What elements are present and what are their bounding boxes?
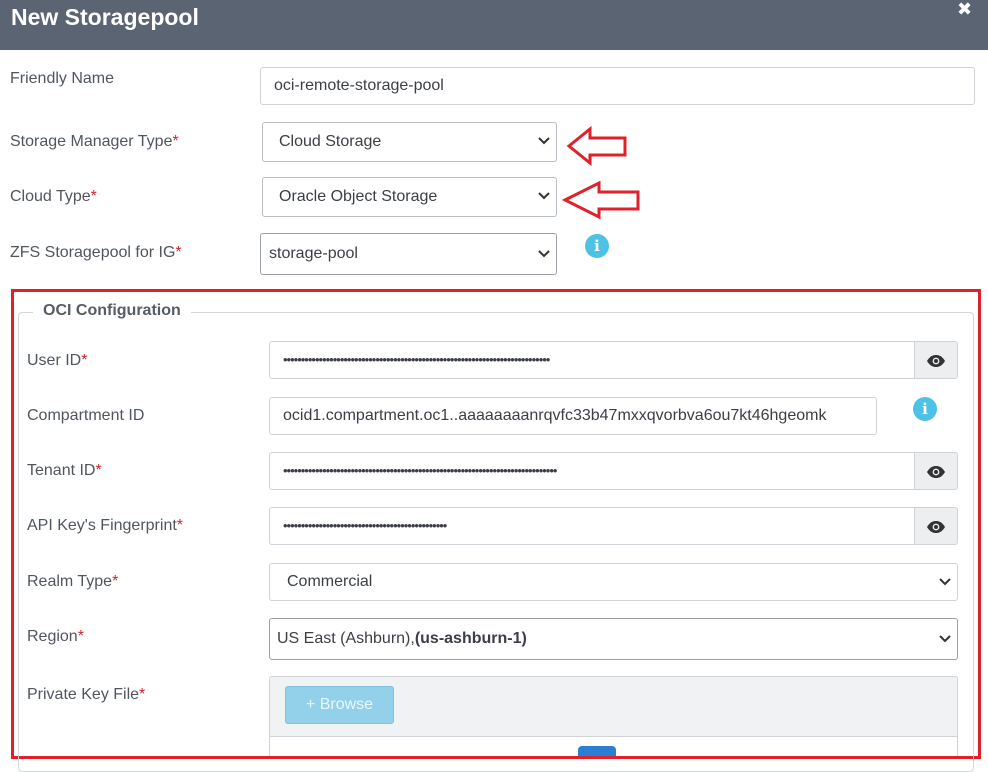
eye-icon bbox=[927, 355, 945, 367]
required-marker: * bbox=[90, 188, 97, 205]
region-select[interactable]: US East (Ashburn),(us-ashburn-1) bbox=[269, 618, 958, 660]
annotation-arrow-left-icon bbox=[566, 126, 627, 166]
region-label: Region* bbox=[27, 627, 84, 647]
fingerprint-label-text: API Key's Fingerprint bbox=[27, 517, 177, 534]
required-marker: * bbox=[176, 517, 184, 534]
close-icon[interactable]: ✖ bbox=[957, 0, 972, 18]
cloud-type-label: Cloud Type* bbox=[10, 187, 97, 207]
region-value-prefix: US East (Ashburn), bbox=[277, 630, 415, 647]
required-marker: * bbox=[139, 686, 146, 703]
info-icon[interactable]: i bbox=[585, 234, 609, 258]
cloud-type-value: Oracle Object Storage bbox=[279, 188, 438, 205]
realm-type-label-text: Realm Type bbox=[27, 573, 113, 590]
storage-manager-type-value: Cloud Storage bbox=[279, 133, 382, 150]
info-icon[interactable]: i bbox=[913, 397, 937, 421]
zfs-storagepool-value: storage-pool bbox=[269, 245, 358, 262]
private-key-label: Private Key File* bbox=[27, 685, 145, 705]
required-marker: * bbox=[112, 573, 119, 590]
fingerprint-input[interactable]: ••••••••••••••••••••••••••••••••••••••••… bbox=[269, 507, 915, 545]
tenant-id-label-text: Tenant ID bbox=[27, 462, 96, 479]
storage-manager-type-select[interactable]: Cloud Storage bbox=[262, 122, 557, 162]
required-marker: * bbox=[77, 628, 84, 645]
required-marker: * bbox=[81, 352, 88, 369]
info-icon-glyph: i bbox=[594, 237, 600, 255]
region-label-text: Region bbox=[27, 628, 78, 645]
plus-icon: + bbox=[305, 696, 316, 713]
dialog-header: New Storagepool ✖ bbox=[0, 0, 988, 50]
user-id-toggle-visibility-button[interactable] bbox=[915, 341, 958, 379]
realm-type-label: Realm Type* bbox=[27, 572, 118, 592]
tenant-id-label: Tenant ID* bbox=[27, 461, 102, 481]
browse-button[interactable]: + Browse bbox=[285, 686, 394, 724]
user-id-input[interactable]: ••••••••••••••••••••••••••••••••••••••••… bbox=[269, 341, 915, 379]
eye-icon bbox=[927, 466, 945, 478]
browse-button-label: Browse bbox=[319, 696, 374, 713]
required-marker: * bbox=[175, 244, 182, 261]
required-marker: * bbox=[95, 462, 102, 479]
zfs-storagepool-label: ZFS Storagepool for IG* bbox=[10, 243, 182, 263]
compartment-id-value: ocid1.compartment.oc1..aaaaaaaanrqvfc33b… bbox=[283, 407, 827, 424]
friendly-name-label-text: Friendly Name bbox=[10, 70, 115, 87]
fingerprint-label: API Key's Fingerprint* bbox=[27, 516, 183, 536]
zfs-storagepool-select[interactable]: storage-pool bbox=[260, 233, 557, 275]
chevron-down-icon bbox=[939, 578, 951, 586]
tenant-id-input[interactable]: ••••••••••••••••••••••••••••••••••••••••… bbox=[269, 452, 915, 490]
info-icon-glyph: i bbox=[922, 400, 928, 418]
dialog-title: New Storagepool bbox=[11, 4, 199, 30]
friendly-name-label: Friendly Name bbox=[10, 69, 114, 89]
cloud-type-label-text: Cloud Type bbox=[10, 188, 91, 205]
region-value-code: (us-ashburn-1) bbox=[414, 630, 527, 647]
realm-type-value: Commercial bbox=[287, 573, 373, 590]
chevron-down-icon bbox=[538, 250, 550, 258]
private-key-label-text: Private Key File bbox=[27, 686, 140, 703]
chevron-down-icon bbox=[538, 192, 550, 200]
eye-icon bbox=[927, 521, 945, 533]
storage-manager-type-label: Storage Manager Type* bbox=[10, 132, 179, 152]
storage-manager-type-label-text: Storage Manager Type bbox=[10, 133, 173, 150]
chevron-down-icon bbox=[939, 635, 951, 643]
chevron-down-icon bbox=[538, 137, 550, 145]
zfs-storagepool-label-text: ZFS Storagepool for IG bbox=[10, 244, 176, 261]
cloud-type-select[interactable]: Oracle Object Storage bbox=[262, 177, 557, 217]
user-id-value: ••••••••••••••••••••••••••••••••••••••••… bbox=[283, 352, 550, 367]
compartment-id-label-text: Compartment ID bbox=[27, 407, 145, 424]
annotation-arrow-left-icon bbox=[562, 180, 640, 220]
compartment-id-label: Compartment ID bbox=[27, 406, 144, 426]
tenant-id-toggle-visibility-button[interactable] bbox=[915, 452, 958, 490]
fingerprint-toggle-visibility-button[interactable] bbox=[915, 507, 958, 545]
user-id-label: User ID* bbox=[27, 351, 87, 371]
oci-configuration-legend: OCI Configuration bbox=[33, 300, 191, 322]
realm-type-select[interactable]: Commercial bbox=[269, 563, 958, 601]
compartment-id-input[interactable]: ocid1.compartment.oc1..aaaaaaaanrqvfc33b… bbox=[269, 397, 877, 435]
required-marker: * bbox=[172, 133, 179, 150]
friendly-name-input[interactable]: oci-remote-storage-pool bbox=[260, 67, 975, 105]
fingerprint-value: ••••••••••••••••••••••••••••••••••••••••… bbox=[283, 518, 447, 533]
upload-indicator bbox=[578, 746, 616, 756]
user-id-label-text: User ID bbox=[27, 352, 82, 369]
tenant-id-value: ••••••••••••••••••••••••••••••••••••••••… bbox=[283, 463, 557, 478]
friendly-name-value: oci-remote-storage-pool bbox=[274, 77, 444, 94]
